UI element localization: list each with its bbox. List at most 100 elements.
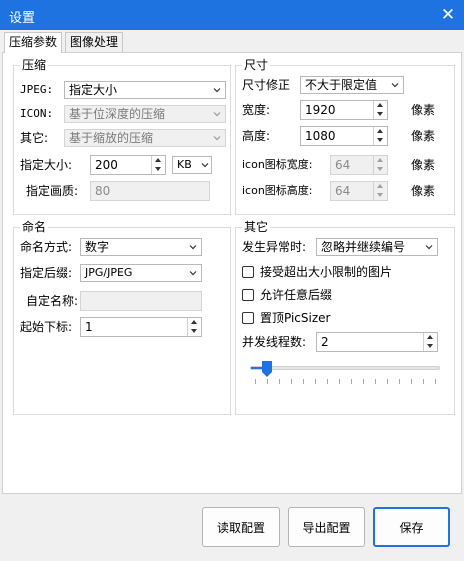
spin-down-icon[interactable] — [374, 136, 387, 145]
slider-tick — [351, 379, 352, 384]
size-value: 200 — [95, 158, 118, 172]
naming-mode-select[interactable]: 数字 — [80, 238, 202, 256]
save-button[interactable]: 保存 — [373, 507, 450, 547]
naming-group-title: 命名 — [20, 220, 49, 234]
close-icon[interactable]: ✕ — [438, 5, 458, 25]
size-spinbox[interactable]: 200 — [90, 155, 166, 175]
other-group-title: 其它 — [242, 220, 271, 234]
threads-spinbox[interactable]: 2 — [316, 332, 438, 352]
threads-slider[interactable] — [250, 361, 440, 385]
on-error-select[interactable]: 忽略并继续编号 — [316, 238, 438, 256]
slider-tick — [327, 379, 328, 384]
slider-tick — [315, 379, 316, 384]
on-error-value: 忽略并继续编号 — [321, 240, 406, 254]
width-label: 宽度: — [242, 103, 271, 117]
slider-tick — [399, 379, 400, 384]
export-config-button[interactable]: 导出配置 — [288, 507, 365, 547]
threads-label: 并发线程数: — [242, 335, 307, 349]
chevron-down-icon — [391, 83, 399, 88]
slider-track — [250, 366, 440, 370]
spin-down-icon[interactable] — [374, 110, 387, 119]
jpeg-label: JPEG: — [20, 83, 54, 96]
threads-value: 2 — [321, 335, 329, 349]
threads-stepper — [423, 333, 437, 351]
spin-up-icon[interactable] — [374, 182, 387, 191]
icon-height-spinbox[interactable]: 64 — [330, 181, 388, 201]
icon-width-spinbox[interactable]: 64 — [330, 155, 388, 175]
naming-mode-value: 数字 — [85, 240, 110, 254]
naming-mode-label: 命名方式: — [20, 240, 73, 254]
width-value: 1920 — [305, 103, 336, 117]
slider-tick — [375, 379, 376, 384]
slider-tick — [423, 379, 424, 384]
spin-up-icon[interactable] — [374, 127, 387, 136]
slider-tick — [291, 379, 292, 384]
tab-compress-params[interactable]: 压缩参数 — [4, 32, 63, 53]
height-stepper — [373, 127, 387, 145]
size-fix-value: 不大于限定值 — [305, 78, 378, 92]
spin-up-icon[interactable] — [152, 156, 165, 165]
spin-up-icon[interactable] — [188, 318, 201, 327]
height-unit: 像素 — [411, 129, 436, 143]
spin-up-icon[interactable] — [374, 156, 387, 165]
spin-down-icon[interactable] — [424, 342, 437, 351]
icon-label: ICON: — [20, 107, 54, 120]
other-select-value: 基于缩放的压缩 — [69, 131, 154, 145]
size-fix-select[interactable]: 不大于限定值 — [300, 76, 404, 94]
chevron-down-icon — [213, 88, 221, 93]
height-label: 高度: — [242, 129, 271, 143]
spin-up-icon[interactable] — [374, 101, 387, 110]
chevron-down-icon — [425, 245, 433, 250]
chevron-down-icon — [213, 112, 221, 117]
jpeg-select-value: 指定大小 — [69, 83, 118, 97]
size-label: 指定大小: — [20, 158, 73, 172]
tab-bar: 压缩参数 图像处理 — [0, 32, 464, 53]
width-stepper — [373, 101, 387, 119]
icon-select[interactable]: 基于位深度的压缩 — [64, 105, 226, 123]
dimension-group: 尺寸 尺寸修正 不大于限定值 宽度: 1920 像素 高度: 1080 像素 i… — [235, 58, 455, 215]
chevron-down-icon — [213, 136, 221, 141]
size-unit-select[interactable]: KB — [172, 156, 212, 174]
height-spinbox[interactable]: 1080 — [300, 126, 388, 146]
slider-ticks — [250, 379, 440, 385]
icon-height-unit: 像素 — [411, 184, 436, 198]
slider-tick — [339, 379, 340, 384]
always-on-top-label: 置顶PicSizer — [260, 311, 331, 325]
icon-height-label: icon图标高度: — [242, 184, 313, 197]
width-spinbox[interactable]: 1920 — [300, 100, 388, 120]
slider-tick — [387, 379, 388, 384]
height-value: 1080 — [305, 129, 336, 143]
spin-up-icon[interactable] — [424, 333, 437, 342]
read-config-button[interactable]: 读取配置 — [202, 507, 280, 547]
slider-thumb[interactable] — [262, 361, 272, 377]
jpeg-select[interactable]: 指定大小 — [64, 81, 226, 99]
start-index-stepper — [187, 318, 201, 336]
quality-spinbox[interactable]: 80 — [90, 181, 210, 201]
start-index-spinbox[interactable]: 1 — [80, 317, 202, 337]
any-suffix-checkbox[interactable] — [242, 289, 254, 301]
spin-down-icon[interactable] — [374, 165, 387, 174]
naming-group: 命名 命名方式: 数字 指定后缀: JPG/JPEG 自定名称: 起始下标: 1 — [13, 220, 231, 415]
other-select[interactable]: 基于缩放的压缩 — [64, 129, 226, 147]
slider-tick — [363, 379, 364, 384]
slider-tick — [267, 379, 268, 384]
on-error-label: 发生异常时: — [242, 240, 307, 254]
slider-tick — [411, 379, 412, 384]
icon-select-value: 基于位深度的压缩 — [69, 107, 166, 121]
spin-down-icon[interactable] — [188, 327, 201, 336]
any-suffix-label: 允许任意后缀 — [260, 288, 333, 302]
quality-label: 指定画质: — [26, 184, 79, 198]
always-on-top-checkbox[interactable] — [242, 312, 254, 324]
custom-name-label: 自定名称: — [26, 294, 79, 308]
slider-tick — [435, 379, 436, 384]
tab-pane: 压缩 JPEG: 指定大小 ICON: 基于位深度的压缩 其它: 基于缩放的压缩… — [2, 52, 462, 494]
width-unit: 像素 — [411, 103, 436, 117]
custom-name-input[interactable] — [80, 291, 202, 311]
tab-image-processing[interactable]: 图像处理 — [65, 32, 124, 52]
spin-down-icon[interactable] — [374, 191, 387, 200]
size-stepper — [151, 156, 165, 174]
spin-down-icon[interactable] — [152, 165, 165, 174]
accept-oversize-checkbox[interactable] — [242, 266, 254, 278]
chevron-down-icon — [201, 163, 209, 168]
suffix-select[interactable]: JPG/JPEG — [80, 264, 202, 282]
